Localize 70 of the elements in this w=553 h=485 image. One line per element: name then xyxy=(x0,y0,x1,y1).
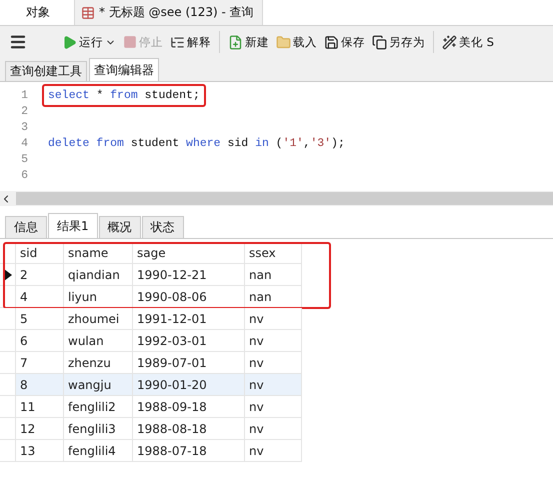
folder-icon xyxy=(276,34,291,50)
line-number: 2 xyxy=(20,104,29,118)
explain-button[interactable]: 解释 xyxy=(169,32,212,52)
table-cell: 11 xyxy=(16,396,64,418)
table-cell: nv xyxy=(245,374,302,396)
table-cell: qiandian xyxy=(64,264,133,286)
file-plus-icon xyxy=(228,34,243,50)
table-cell: nv xyxy=(245,352,302,374)
new-button[interactable]: 新建 xyxy=(227,32,270,52)
column-header[interactable]: sname xyxy=(64,242,133,264)
table-cell: 5 xyxy=(16,308,64,330)
line-number: 4 xyxy=(20,136,29,150)
copy-icon xyxy=(372,34,387,50)
table-cell: 8 xyxy=(16,374,64,396)
run-button[interactable]: 运行 xyxy=(61,32,117,52)
table-cell: 12 xyxy=(16,418,64,440)
stop-icon xyxy=(123,35,137,49)
table-cell: nv xyxy=(245,418,302,440)
current-row-icon xyxy=(4,268,12,280)
table-cell: 2 xyxy=(16,264,64,286)
table-cell: 1989-07-01 xyxy=(133,352,245,374)
table-cell: wangju xyxy=(64,374,133,396)
tab-label: 对象 xyxy=(26,4,50,21)
line-number: 1 xyxy=(20,88,29,102)
table-icon xyxy=(81,6,95,20)
table-cell: 7 xyxy=(16,352,64,374)
magic-wand-icon xyxy=(442,34,457,50)
table-cell: nv xyxy=(245,396,302,418)
table-cell: 13 xyxy=(16,440,64,462)
beautify-button[interactable]: 美化 S xyxy=(441,32,495,52)
save-icon xyxy=(324,34,339,50)
load-button[interactable]: 载入 xyxy=(275,32,318,52)
table-cell: zhoumei xyxy=(64,308,133,330)
column-header[interactable]: sage xyxy=(133,242,245,264)
editor-tab[interactable]: 查询创建工具 xyxy=(5,61,87,81)
result-tab[interactable]: 信息 xyxy=(5,216,47,238)
result-tab[interactable]: 状态 xyxy=(142,216,184,238)
table-cell: zhenzu xyxy=(64,352,133,374)
table-cell: 1991-12-01 xyxy=(133,308,245,330)
table-cell: 6 xyxy=(16,330,64,352)
column-header[interactable]: sid xyxy=(16,242,64,264)
menu-icon xyxy=(9,33,27,51)
document-tab[interactable]: * 无标题 @see (123) - 查询 xyxy=(75,0,263,25)
save-button[interactable]: 保存 xyxy=(323,32,366,52)
table-cell: 1990-01-20 xyxy=(133,374,245,396)
table-cell: nan xyxy=(245,264,302,286)
table-cell: fenglili2 xyxy=(64,396,133,418)
table-cell: 1992-03-01 xyxy=(133,330,245,352)
saveas-button[interactable]: 另存为 xyxy=(371,32,426,52)
table-cell: nv xyxy=(245,330,302,352)
table-cell: 1988-09-18 xyxy=(133,396,245,418)
column-header[interactable]: ssex xyxy=(245,242,302,264)
table-cell: 1988-07-18 xyxy=(133,440,245,462)
table-cell: fenglili3 xyxy=(64,418,133,440)
table-cell: nv xyxy=(245,308,302,330)
table-cell: nv xyxy=(245,440,302,462)
line-number: 3 xyxy=(20,120,29,134)
table-cell: wulan xyxy=(64,330,133,352)
tab-label: * 无标题 @see (123) - 查询 xyxy=(99,4,254,21)
editor-tab[interactable]: 查询编辑器 xyxy=(89,58,159,81)
line-number: 6 xyxy=(20,168,29,182)
table-cell: fenglili4 xyxy=(64,440,133,462)
line-number: 5 xyxy=(20,152,29,166)
result-tab[interactable]: 概况 xyxy=(98,216,141,238)
table-cell: 1990-12-21 xyxy=(133,264,245,286)
play-icon xyxy=(62,34,77,50)
tree-icon xyxy=(170,34,185,50)
table-cell: 1988-08-18 xyxy=(133,418,245,440)
result-tab[interactable]: 结果1 xyxy=(48,213,98,238)
code-line: delete from student where sid in ('1','3'); xyxy=(47,136,346,152)
